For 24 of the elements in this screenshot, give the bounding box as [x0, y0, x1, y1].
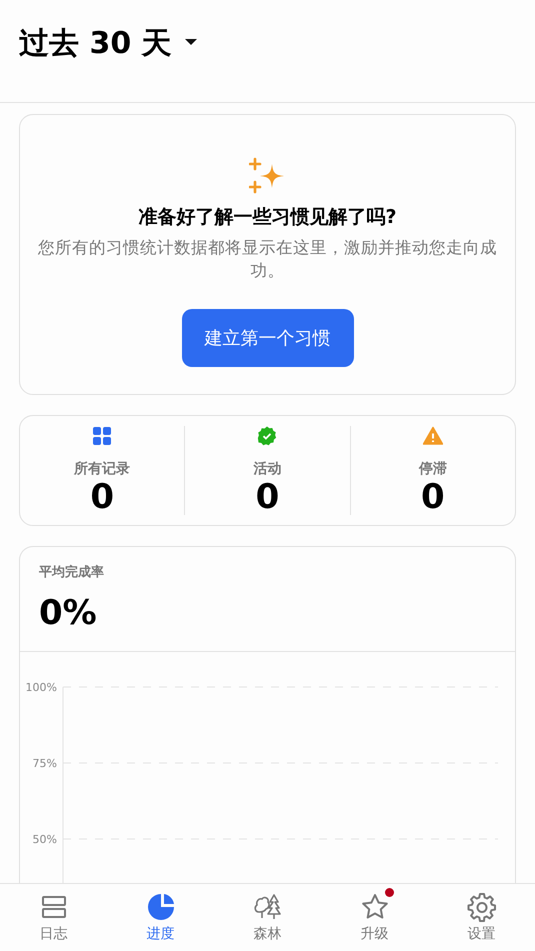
y-axis-label: 100% — [26, 681, 57, 694]
nav-tab[interactable]: 升级 — [321, 884, 428, 951]
trees-icon — [252, 892, 282, 922]
stat-value: 0 — [256, 479, 280, 515]
stat-label: 所有记录 — [74, 460, 130, 478]
pie-chart-icon — [146, 892, 176, 922]
stat-label: 停滞 — [418, 460, 447, 478]
stat-value: 0 — [420, 479, 445, 515]
stat-value: 0 — [90, 479, 114, 515]
dropdown-caret-icon[interactable] — [184, 38, 198, 46]
completion-label: 平均完成率 — [39, 564, 105, 581]
create-habit-button[interactable]: 建立第一个习惯 — [182, 309, 354, 367]
intro-description: 您所有的习惯统计数据都将显示在这里，激励并推动您走向成功。 — [37, 237, 498, 282]
nav-tab[interactable]: 设置 — [428, 884, 535, 951]
nav-tab[interactable]: 日志 — [0, 884, 107, 951]
settings-icon — [466, 892, 496, 922]
intro-heading: 准备好了解一些习惯见解了吗? — [138, 205, 397, 230]
y-axis-label: 75% — [32, 757, 57, 770]
nav-tab[interactable]: 进度 — [107, 884, 214, 951]
nav-tab[interactable]: 森林 — [214, 884, 321, 951]
y-axis-label: 50% — [32, 833, 57, 846]
completion-value: 0% — [39, 593, 98, 633]
page-title: 过去 30 天 — [19, 24, 172, 62]
stat-label: 活动 — [253, 460, 282, 478]
